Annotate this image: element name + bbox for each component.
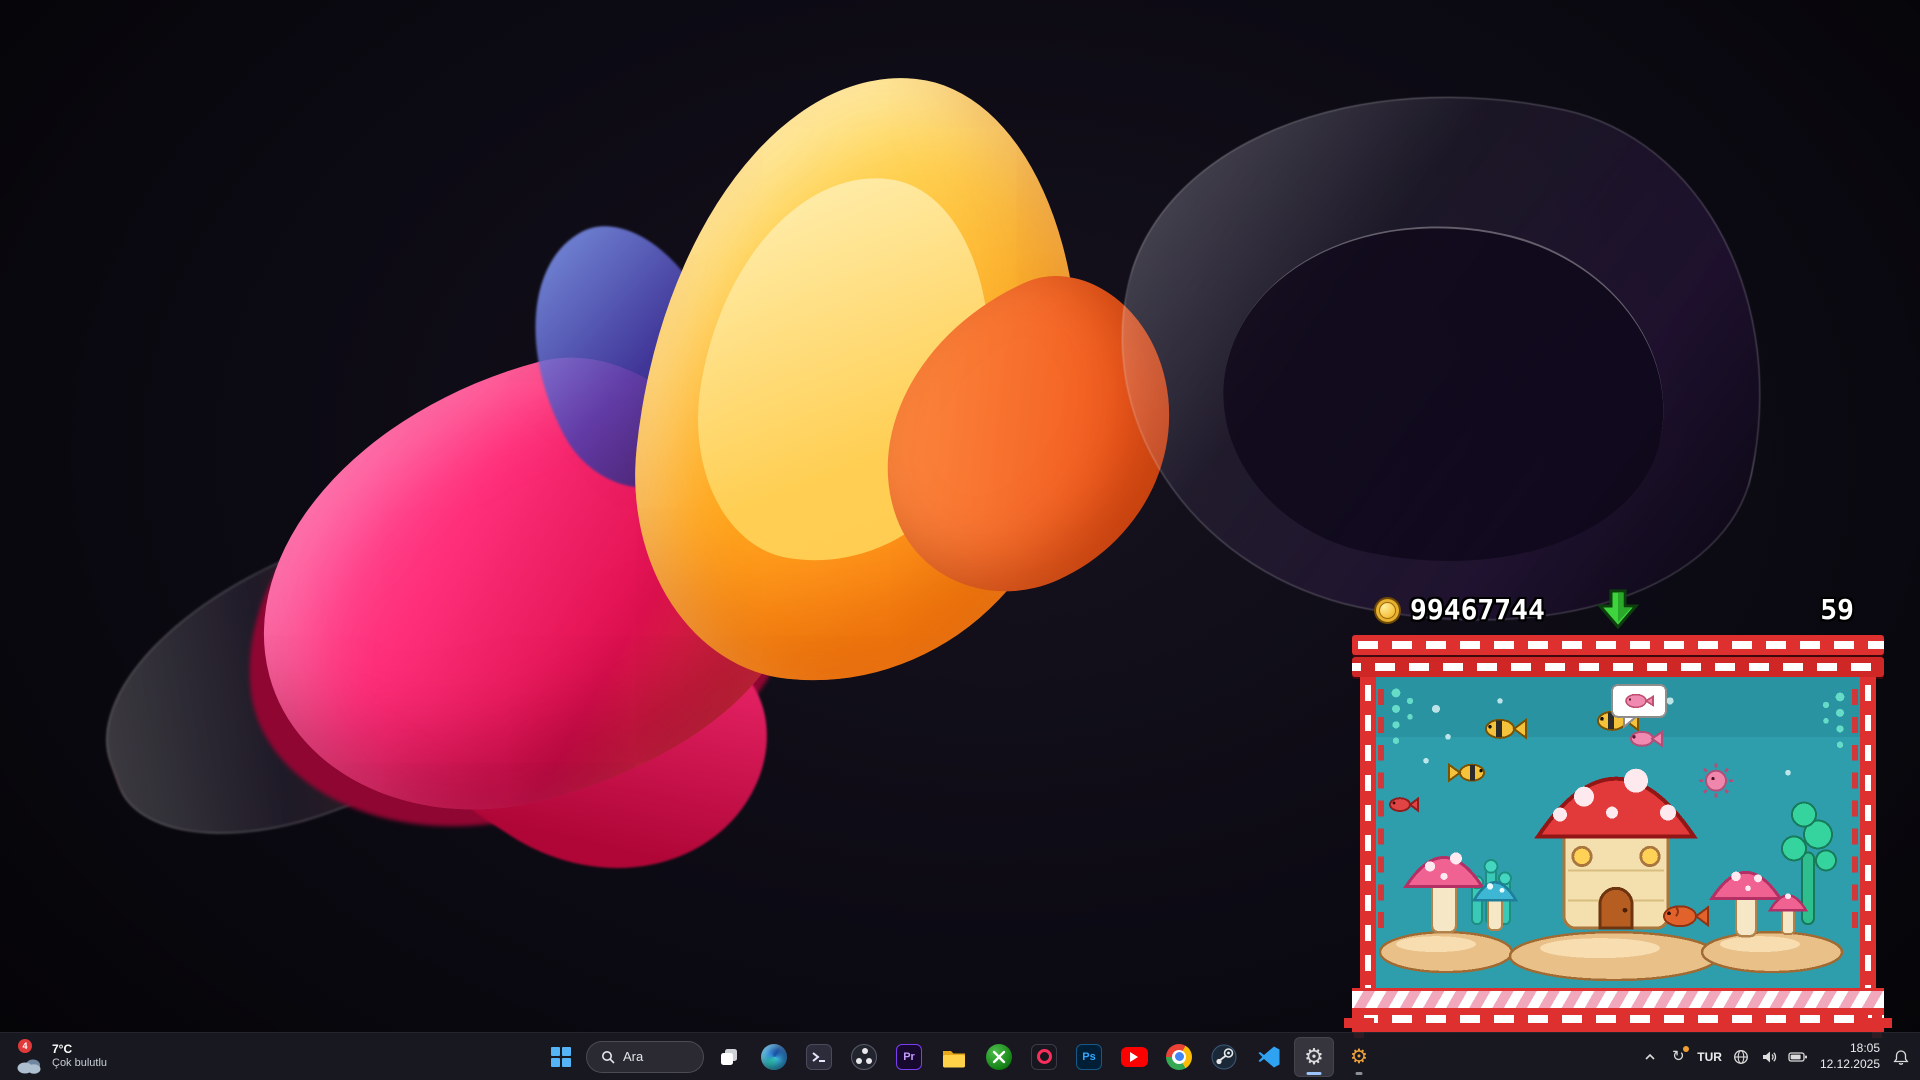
terminal-icon — [806, 1044, 832, 1070]
system-tray: ↻ TUR — [1637, 1033, 1914, 1080]
battery-icon — [1788, 1050, 1808, 1064]
taskbar-center: Ara — [541, 1033, 1379, 1080]
steam-icon — [1211, 1044, 1237, 1070]
gear-icon: ⚙ — [1304, 1046, 1324, 1068]
game-stats-bar: 99467744 59 — [1360, 585, 1876, 635]
taskbar: 4 7°C Çok bulutlu Ara — [0, 1032, 1920, 1080]
tray-sync-button[interactable]: ↻ — [1665, 1039, 1691, 1075]
tray-volume-button[interactable] — [1756, 1039, 1782, 1075]
taskbar-app-task-view[interactable] — [709, 1037, 749, 1077]
tray-battery-button[interactable] — [1784, 1039, 1812, 1075]
search-label: Ara — [623, 1049, 643, 1064]
taskbar-app-xbox[interactable] — [979, 1037, 1019, 1077]
clock[interactable]: 18:05 12.12.2025 — [1814, 1041, 1886, 1072]
frame-top-stripe-1 — [1352, 635, 1884, 655]
aquarium-tank[interactable] — [1376, 677, 1860, 988]
sync-icon: ↻ — [1672, 1049, 1685, 1064]
taskbar-app-vscode[interactable] — [1249, 1037, 1289, 1077]
gear-orange-icon: ⚙ — [1350, 1047, 1368, 1067]
premiere-label: Pr — [903, 1051, 915, 1063]
coin-icon — [1374, 597, 1401, 624]
search-icon — [601, 1050, 615, 1064]
taskbar-app-steam[interactable] — [1204, 1037, 1244, 1077]
chevron-up-icon — [1644, 1052, 1656, 1062]
weather-widget[interactable]: 4 7°C Çok bulutlu — [10, 1033, 113, 1080]
chrome-icon — [1166, 1044, 1192, 1070]
language-label: TUR — [1697, 1050, 1722, 1064]
taskbar-app-photoshop[interactable]: Ps — [1069, 1037, 1109, 1077]
frame-base-stripes — [1352, 988, 1884, 1008]
file-explorer-folder-icon — [941, 1045, 967, 1069]
taskbar-app-premiere[interactable]: Pr — [889, 1037, 929, 1077]
task-view-icon — [718, 1046, 740, 1068]
photoshop-icon: Ps — [1076, 1044, 1102, 1070]
windows-logo-icon — [551, 1047, 571, 1067]
taskbar-app-obs[interactable] — [844, 1037, 884, 1077]
edge-browser-icon — [761, 1044, 787, 1070]
bell-icon — [1893, 1049, 1909, 1065]
running-app-indicator — [1356, 1072, 1363, 1075]
taskbar-app-chrome[interactable] — [1159, 1037, 1199, 1077]
right-counter: 59 — [1820, 596, 1854, 624]
active-app-indicator — [1307, 1072, 1322, 1075]
aquarium-game-overlay[interactable]: 99467744 59 — [1360, 585, 1876, 1032]
taskbar-app-youtube[interactable] — [1114, 1037, 1154, 1077]
clock-time: 18:05 — [1850, 1041, 1880, 1057]
obs-studio-icon — [851, 1044, 877, 1070]
desktop: 99467744 59 — [0, 0, 1920, 1080]
cloud-icon — [16, 1057, 42, 1075]
search-box[interactable]: Ara — [586, 1041, 704, 1073]
youtube-icon — [1121, 1047, 1148, 1067]
taskbar-app-explorer[interactable] — [934, 1037, 974, 1077]
taskbar-app-utility[interactable]: ⚙ — [1339, 1037, 1379, 1077]
tray-network-button[interactable] — [1728, 1039, 1754, 1075]
taskbar-app-terminal[interactable] — [799, 1037, 839, 1077]
notification-center-button[interactable] — [1888, 1039, 1914, 1075]
taskbar-app-edge[interactable] — [754, 1037, 794, 1077]
aquarium-scene — [1376, 677, 1860, 988]
language-switcher[interactable]: TUR — [1693, 1039, 1726, 1075]
notification-badge: 4 — [18, 1039, 32, 1053]
coin-counter-group: 99467744 — [1374, 596, 1545, 624]
photoshop-label: Ps — [1082, 1051, 1095, 1063]
xbox-icon — [986, 1044, 1012, 1070]
clock-date: 12.12.2025 — [1820, 1057, 1880, 1073]
weather-icon-stack: 4 — [16, 1037, 44, 1077]
frame-base-dashes — [1352, 1008, 1884, 1032]
weather-temperature: 7°C — [52, 1042, 107, 1057]
coin-count: 99467744 — [1410, 596, 1545, 624]
taskbar-app-opera-gx[interactable] — [1024, 1037, 1064, 1077]
opera-gx-icon — [1031, 1044, 1057, 1070]
weather-text: 7°C Çok bulutlu — [52, 1042, 107, 1071]
drop-arrow-icon — [1595, 589, 1641, 629]
frame-left-column — [1360, 677, 1376, 988]
frame-right-column — [1860, 677, 1876, 988]
frame-top-stripe-2 — [1352, 657, 1884, 677]
weather-condition: Çok bulutlu — [52, 1057, 107, 1071]
sync-alert-dot — [1683, 1046, 1689, 1052]
premiere-pro-icon: Pr — [896, 1044, 922, 1070]
globe-icon — [1733, 1049, 1749, 1065]
speaker-icon — [1761, 1049, 1777, 1065]
frame-base — [1352, 988, 1884, 1032]
vscode-icon — [1257, 1045, 1281, 1069]
tray-overflow-button[interactable] — [1637, 1039, 1663, 1075]
aquarium-frame — [1360, 635, 1876, 1032]
taskbar-app-settings[interactable]: ⚙ — [1294, 1037, 1334, 1077]
start-button[interactable] — [541, 1037, 581, 1077]
